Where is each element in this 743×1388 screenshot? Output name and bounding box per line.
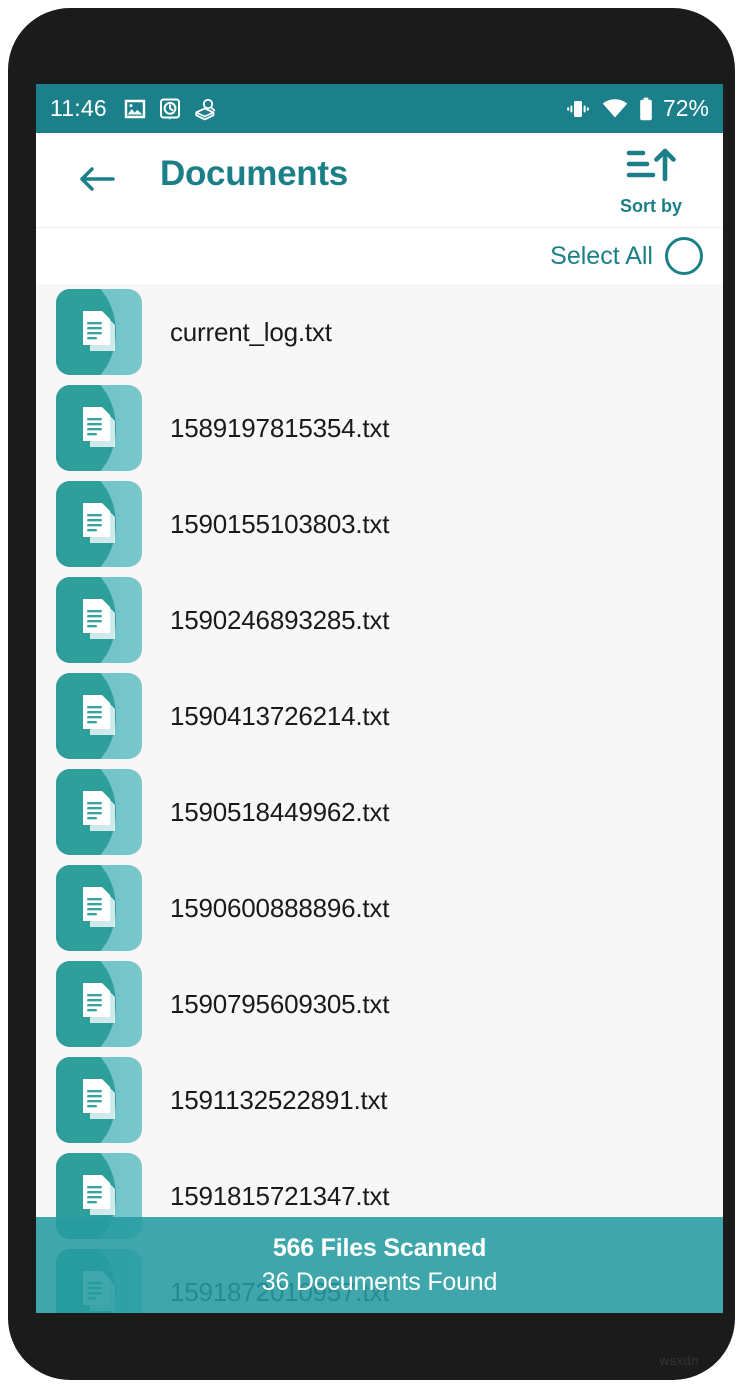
sort-ascending-icon (625, 145, 677, 192)
file-list-item[interactable]: 1590246893285.txt (36, 572, 723, 668)
clock-history-icon (158, 97, 182, 121)
status-left-icon-group (123, 97, 217, 121)
file-list[interactable]: current_log.txt 1589197815354.txt 15901551… (36, 284, 723, 1313)
select-all-checkbox[interactable] (665, 237, 703, 275)
file-name-label: current_log.txt (170, 316, 332, 347)
document-file-icon (56, 961, 142, 1047)
app-bar: Documents Sort by (36, 133, 723, 227)
status-clock: 11:46 (50, 95, 107, 121)
file-name-label: 1590246893285.txt (170, 604, 390, 635)
document-file-icon (56, 673, 142, 759)
image-icon (123, 97, 147, 121)
document-file-icon (56, 769, 142, 855)
scan-search-icon (193, 97, 217, 121)
device-frame: 11:46 72% Documents Sort by Select All c… (8, 8, 735, 1380)
document-file-icon (56, 865, 142, 951)
file-list-item[interactable]: 1590413726214.txt (36, 668, 723, 764)
file-list-item[interactable]: current_log.txt (36, 284, 723, 380)
document-file-icon (56, 385, 142, 471)
status-bar: 11:46 72% (36, 84, 723, 133)
sort-by-button[interactable]: Sort by (605, 145, 697, 217)
file-name-label: 1589197815354.txt (170, 412, 390, 443)
file-name-label: 1590795609305.txt (170, 988, 390, 1019)
select-all-row[interactable]: Select All (36, 227, 723, 284)
documents-found-label: 36 Documents Found (261, 1267, 498, 1296)
phone-screen: 11:46 72% Documents Sort by Select All c… (36, 84, 723, 1313)
document-file-icon (56, 577, 142, 663)
scan-status-banner: 566 Files Scanned 36 Documents Found (36, 1217, 723, 1313)
wifi-icon (602, 98, 628, 119)
document-file-icon (56, 481, 142, 567)
back-button[interactable] (76, 161, 118, 201)
file-name-label: 1590413726214.txt (170, 700, 390, 731)
document-file-icon (56, 289, 142, 375)
vibrate-icon (565, 98, 591, 120)
file-name-label: 1590518449962.txt (170, 796, 390, 827)
files-scanned-label: 566 Files Scanned (272, 1233, 487, 1262)
page-title: Documents (160, 154, 348, 193)
battery-icon (639, 97, 653, 121)
select-all-label: Select All (550, 241, 653, 270)
back-arrow-icon (77, 164, 117, 199)
file-list-item[interactable]: 1591132522891.txt (36, 1052, 723, 1148)
file-list-item[interactable]: 1590155103803.txt (36, 476, 723, 572)
file-list-item[interactable]: 1589197815354.txt (36, 380, 723, 476)
sort-by-label: Sort by (619, 196, 682, 216)
document-file-icon (56, 1057, 142, 1143)
file-list-item[interactable]: 1590600888896.txt (36, 860, 723, 956)
file-name-label: 1591815721347.txt (170, 1180, 390, 1211)
status-right-icon-group: 72% (565, 97, 709, 121)
file-name-label: 1591132522891.txt (170, 1084, 388, 1115)
file-list-item[interactable]: 1590518449962.txt (36, 764, 723, 860)
watermark: wsxdn (659, 1353, 699, 1368)
file-name-label: 1590155103803.txt (170, 508, 390, 539)
file-name-label: 1590600888896.txt (170, 892, 390, 923)
battery-percent-label: 72% (662, 95, 709, 121)
file-list-item[interactable]: 1590795609305.txt (36, 956, 723, 1052)
